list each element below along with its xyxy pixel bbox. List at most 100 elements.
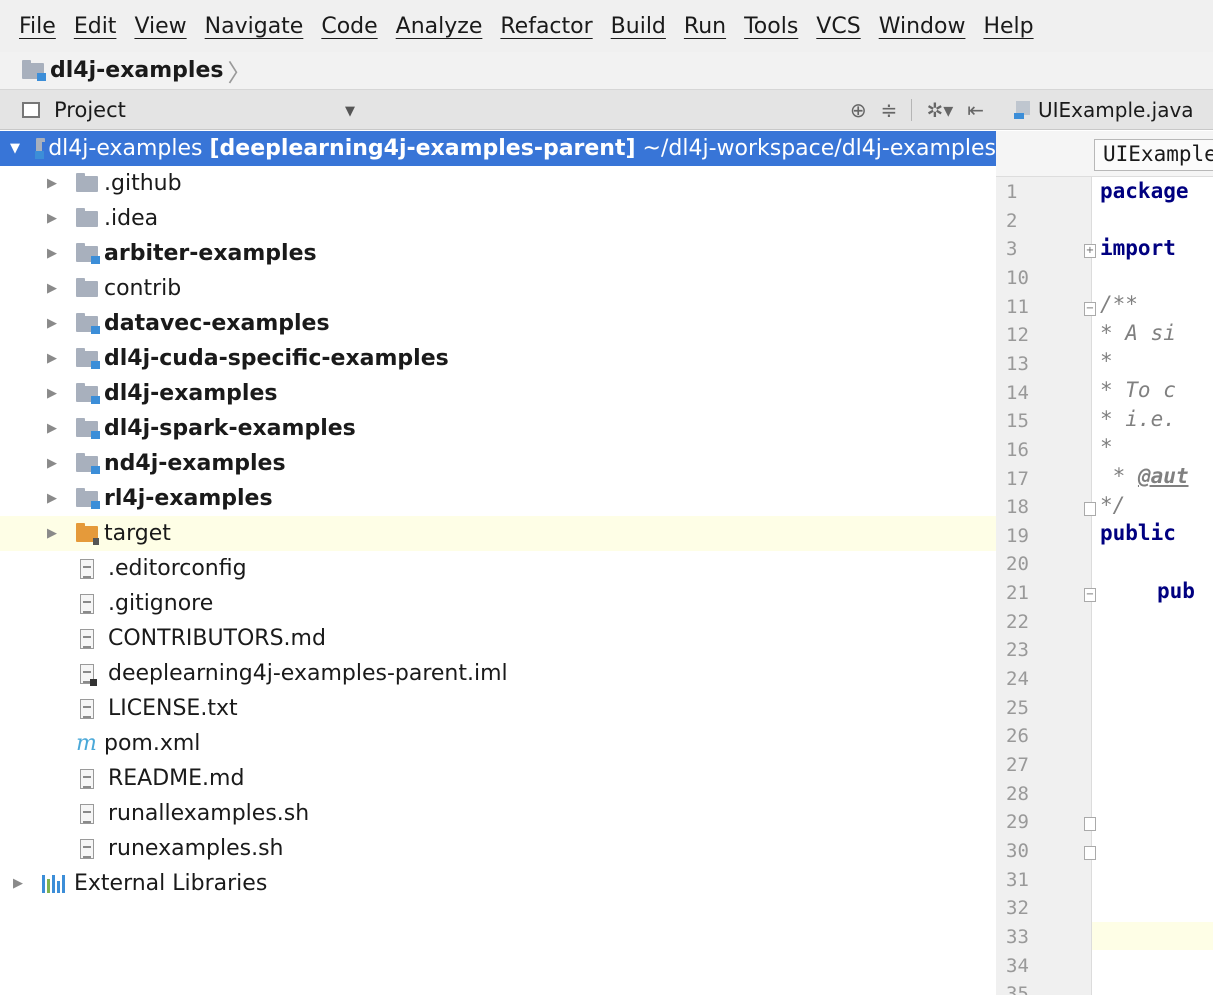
line-number: 1 xyxy=(1006,181,1018,203)
menu-edit[interactable]: Edit xyxy=(65,14,126,39)
tree-item-external-libraries[interactable]: ▶ External Libraries xyxy=(0,866,996,901)
tree-item-iml[interactable]: deeplearning4j-examples-parent.iml xyxy=(0,656,996,691)
collapsed-arrow-icon[interactable]: ▶ xyxy=(44,456,60,471)
tree-item-contrib[interactable]: ▶ contrib xyxy=(0,271,996,306)
tree-item-label: deeplearning4j-examples-parent.iml xyxy=(108,661,508,686)
text-file-icon xyxy=(80,558,94,579)
module-folder-icon xyxy=(76,452,100,474)
tree-item-readme[interactable]: README.md xyxy=(0,761,996,796)
tree-item-license[interactable]: LICENSE.txt xyxy=(0,691,996,726)
editor-tab[interactable]: UIExample.java xyxy=(1014,98,1194,122)
folder-icon xyxy=(76,172,98,192)
collapsed-arrow-icon[interactable]: ▶ xyxy=(44,246,60,261)
menu-file[interactable]: File xyxy=(10,14,65,39)
tree-item-nd4j-examples[interactable]: ▶ nd4j-examples xyxy=(0,446,996,481)
tree-item-label: nd4j-examples xyxy=(104,451,286,476)
tree-item-dl4j-examples[interactable]: ▶ dl4j-examples xyxy=(0,376,996,411)
line-number: 11 xyxy=(1006,295,1029,318)
navigation-bar: dl4j-examples 〉 xyxy=(0,52,1213,90)
collapsed-arrow-icon[interactable]: ▶ xyxy=(44,421,60,436)
collapsed-arrow-icon[interactable]: ▶ xyxy=(44,281,60,296)
code-area[interactable]: package import /** * A si * * To c * i.e… xyxy=(1093,177,1213,995)
menu-analyze[interactable]: Analyze xyxy=(387,14,492,39)
tree-item-target[interactable]: ▶ target xyxy=(0,516,996,551)
collapsed-arrow-icon[interactable]: ▶ xyxy=(44,491,60,506)
module-folder-icon xyxy=(76,382,100,404)
line-number: 19 xyxy=(1006,524,1029,547)
tree-item-github[interactable]: ▶ .github xyxy=(0,166,996,201)
text-file-icon xyxy=(80,698,94,719)
tree-root-item[interactable]: ▼ dl4j-examples [deeplearning4j-examples… xyxy=(0,131,996,166)
tree-item-label: CONTRIBUTORS.md xyxy=(108,626,326,651)
collapsed-arrow-icon[interactable]: ▶ xyxy=(44,176,60,191)
line-number: 30 xyxy=(1006,839,1029,862)
module-folder-icon xyxy=(76,242,100,264)
menu-view[interactable]: View xyxy=(125,14,195,39)
tree-item-label: .gitignore xyxy=(108,591,214,616)
text-file-icon xyxy=(80,768,94,789)
tree-item-label: datavec-examples xyxy=(104,311,330,336)
menu-build[interactable]: Build xyxy=(602,14,675,39)
collapsed-arrow-icon[interactable]: ▶ xyxy=(44,351,60,366)
breadcrumb-label: dl4j-examples xyxy=(50,58,224,83)
tree-item-pom[interactable]: m pom.xml xyxy=(0,726,996,761)
code-line-17: * @aut xyxy=(1100,464,1189,488)
gear-icon[interactable]: ✲▾ xyxy=(926,98,953,122)
line-number: 2 xyxy=(1006,209,1018,232)
breadcrumb-project[interactable]: dl4j-examples 〉 xyxy=(22,53,251,88)
menu-refactor[interactable]: Refactor xyxy=(491,14,601,39)
project-view-selector[interactable]: Project xyxy=(54,98,126,122)
expanded-arrow-icon[interactable]: ▼ xyxy=(10,141,20,156)
editor-breadcrumb-bar: UIExample xyxy=(996,131,1213,177)
tree-item-rl4j-examples[interactable]: ▶ rl4j-examples xyxy=(0,481,996,516)
line-number: 35 xyxy=(1006,983,1029,995)
tree-item-datavec-examples[interactable]: ▶ datavec-examples xyxy=(0,306,996,341)
code-line-1: package xyxy=(1100,179,1189,203)
tree-item-label: runexamples.sh xyxy=(108,836,284,861)
locate-file-icon[interactable]: ⊕ xyxy=(850,98,867,122)
editor-gutter: 1 2 3 10 11 12 13 14 15 16 17 18 19 20 21 22 23 24 25 26 27 2… xyxy=(996,177,1096,995)
menu-navigate[interactable]: Navigate xyxy=(196,14,313,39)
tree-item-idea[interactable]: ▶ .idea xyxy=(0,201,996,236)
line-number: 23 xyxy=(1006,639,1029,662)
tree-item-label: contrib xyxy=(104,276,182,301)
tree-item-label: dl4j-examples xyxy=(104,381,278,406)
chevron-down-icon[interactable]: ▼ xyxy=(345,104,355,119)
code-line-16: * xyxy=(1100,435,1113,459)
menu-code[interactable]: Code xyxy=(312,14,386,39)
tree-item-runexamples[interactable]: runexamples.sh xyxy=(0,831,996,866)
collapsed-arrow-icon[interactable]: ▶ xyxy=(10,876,26,891)
tree-item-label: arbiter-examples xyxy=(104,241,317,266)
editor-breadcrumb-class[interactable]: UIExample xyxy=(1094,139,1213,171)
root-path: ~/dl4j-workspace/dl4j-examples xyxy=(642,136,996,161)
collapsed-arrow-icon[interactable]: ▶ xyxy=(44,386,60,401)
tree-item-label: pom.xml xyxy=(104,731,201,756)
project-tool-window-header: Project ▼ ⊕ ≑ ✲▾ ⇤ xyxy=(0,90,996,130)
tree-item-dl4j-cuda-specific-examples[interactable]: ▶ dl4j-cuda-specific-examples xyxy=(0,341,996,376)
collapsed-arrow-icon[interactable]: ▶ xyxy=(44,211,60,226)
line-number: 10 xyxy=(1006,266,1029,289)
tree-item-dl4j-spark-examples[interactable]: ▶ dl4j-spark-examples xyxy=(0,411,996,446)
menu-window[interactable]: Window xyxy=(870,14,975,39)
collapsed-arrow-icon[interactable]: ▶ xyxy=(44,316,60,331)
menu-help[interactable]: Help xyxy=(974,14,1042,39)
code-line-19: public xyxy=(1100,521,1176,545)
collapsed-arrow-icon[interactable]: ▶ xyxy=(44,526,60,541)
module-folder-icon xyxy=(35,137,46,159)
tree-item-arbiter-examples[interactable]: ▶ arbiter-examples xyxy=(0,236,996,271)
tree-item-contributors[interactable]: CONTRIBUTORS.md xyxy=(0,621,996,656)
hide-panel-icon[interactable]: ⇤ xyxy=(967,98,984,122)
code-line-13: * xyxy=(1100,349,1113,373)
tree-item-gitignore[interactable]: .gitignore xyxy=(0,586,996,621)
tree-item-runallexamples[interactable]: runallexamples.sh xyxy=(0,796,996,831)
line-number: 22 xyxy=(1006,610,1029,633)
line-number: 31 xyxy=(1006,868,1029,891)
code-line-12: * A si xyxy=(1100,321,1176,345)
menu-run[interactable]: Run xyxy=(675,14,735,39)
menu-vcs[interactable]: VCS xyxy=(807,14,869,39)
menu-tools[interactable]: Tools xyxy=(735,14,807,39)
tree-item-editorconfig[interactable]: .editorconfig xyxy=(0,551,996,586)
maven-icon: m xyxy=(76,731,97,756)
collapse-all-icon[interactable]: ≑ xyxy=(881,98,898,122)
code-line-11: /** xyxy=(1100,292,1138,316)
